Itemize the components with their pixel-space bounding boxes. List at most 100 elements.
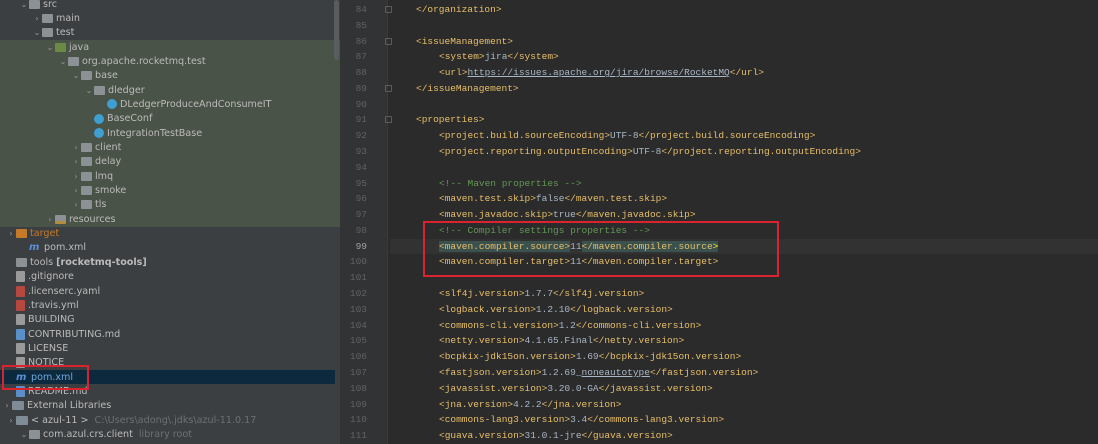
- code-token: <commons-cli.version>: [439, 319, 559, 331]
- code-token: <properties>: [416, 114, 485, 126]
- code-token: </commons-cli.version>: [575, 319, 702, 331]
- line-number: 97: [355, 209, 367, 221]
- code-token: </issueManagement>: [416, 82, 519, 94]
- tree-item[interactable]: BaseConf: [0, 112, 335, 126]
- tree-item[interactable]: ⌄ test: [0, 26, 335, 40]
- tree-item[interactable]: › client: [0, 141, 335, 155]
- chevron-right-icon[interactable]: ›: [71, 143, 81, 152]
- tree-item[interactable]: ⌄ src: [0, 0, 335, 11]
- chevron-down-icon[interactable]: ⌄: [45, 43, 55, 52]
- fold-icon[interactable]: [385, 37, 392, 45]
- code-token: <issueManagement>: [416, 35, 513, 47]
- tree-item[interactable]: IntegrationTestBase: [0, 126, 335, 140]
- code-line[interactable]: <guava.version>31.0.1-jre</guava.version…: [390, 428, 1098, 444]
- tree-item[interactable]: DLedgerProduceAndConsumeIT: [0, 97, 335, 111]
- tree-item[interactable]: .gitignore: [0, 270, 335, 284]
- chevron-down-icon[interactable]: ⌄: [84, 86, 94, 95]
- tree-item[interactable]: m pom.xml: [0, 241, 335, 255]
- code-line[interactable]: [390, 97, 1098, 113]
- tree-item[interactable]: .travis.yml: [0, 298, 335, 312]
- tree-item[interactable]: › External Libraries: [0, 399, 335, 413]
- file-icon: [16, 271, 25, 283]
- tree-item[interactable]: › resources: [0, 212, 335, 226]
- tree-item-label: smoke: [95, 185, 127, 197]
- chevron-right-icon[interactable]: ›: [71, 200, 81, 209]
- tree-item[interactable]: ⌄ com.azul.crs.client library root: [0, 428, 335, 442]
- chevron-right-icon[interactable]: ›: [71, 186, 81, 195]
- tree-item[interactable]: › delay: [0, 155, 335, 169]
- chevron-down-icon[interactable]: ⌄: [19, 430, 29, 439]
- chevron-down-icon[interactable]: ⌄: [58, 57, 68, 66]
- tree-item-label: LICENSE: [28, 342, 69, 354]
- code-line[interactable]: <jna.version>4.2.2</jna.version>: [390, 397, 1098, 413]
- line-number: 88: [355, 67, 367, 79]
- tree-item[interactable]: › lmq: [0, 169, 335, 183]
- chevron-down-icon[interactable]: ⌄: [19, 0, 29, 9]
- tree-item[interactable]: › < azul-11 > C:\Users\adong\.jdks\azul-11…: [0, 413, 335, 427]
- code-token: </maven.javadoc.skip>: [575, 209, 696, 221]
- sidebar-scrollbar[interactable]: [334, 0, 339, 60]
- fold-icon[interactable]: [385, 84, 392, 92]
- pkg-icon: [94, 85, 105, 95]
- tree-item[interactable]: ⌄ base: [0, 69, 335, 83]
- code-line[interactable]: <logback.version>1.2.10</logback.version…: [390, 302, 1098, 318]
- tree-item[interactable]: ⌄ java: [0, 40, 335, 54]
- chevron-right-icon[interactable]: ›: [71, 172, 81, 181]
- tree-item[interactable]: › smoke: [0, 184, 335, 198]
- tree-item[interactable]: › target: [0, 227, 335, 241]
- chevron-right-icon[interactable]: ›: [2, 401, 12, 410]
- chevron-down-icon[interactable]: ⌄: [71, 71, 81, 80]
- code-line[interactable]: <project.build.sourceEncoding>UTF-8</pro…: [390, 128, 1098, 144]
- project-tree-panel: ⌄ src › main ⌄ test ⌄ java ⌄ org.apache.rocketmq.…: [0, 0, 340, 444]
- tree-item[interactable]: › tls: [0, 198, 335, 212]
- fold-icon[interactable]: [385, 6, 392, 13]
- line-number: 107: [349, 366, 367, 378]
- code-line[interactable]: </organization>: [390, 2, 1098, 18]
- chevron-right-icon[interactable]: ›: [32, 14, 42, 23]
- code-line[interactable]: <!-- Maven properties -->: [390, 176, 1098, 192]
- code-line[interactable]: </issueManagement>: [390, 81, 1098, 97]
- code-line[interactable]: <fastjson.version>1.2.69_noneautotype</f…: [390, 365, 1098, 381]
- tree-item-label: tls: [95, 199, 107, 211]
- chevron-down-icon[interactable]: ⌄: [32, 28, 42, 37]
- code-line[interactable]: <netty.version>4.1.65.Final</netty.versi…: [390, 333, 1098, 349]
- yml-icon: [16, 285, 25, 297]
- tree-item[interactable]: LICENSE: [0, 341, 335, 355]
- tree-item[interactable]: .licenserc.yaml: [0, 284, 335, 298]
- tree-item[interactable]: CONTRIBUTING.md: [0, 327, 335, 341]
- chevron-right-icon[interactable]: ›: [6, 416, 16, 425]
- code-line[interactable]: <issueManagement>: [390, 34, 1098, 50]
- line-number: 86: [355, 35, 367, 47]
- chevron-right-icon[interactable]: ›: [6, 229, 16, 238]
- code-line[interactable]: [390, 160, 1098, 176]
- tree-item-label: resources: [69, 213, 116, 225]
- code-line[interactable]: <project.reporting.outputEncoding>UTF-8<…: [390, 144, 1098, 160]
- code-token: <system>: [439, 51, 485, 63]
- chevron-right-icon[interactable]: ›: [45, 215, 55, 224]
- code-line[interactable]: <bcpkix-jdk15on.version>1.69</bcpkix-jdk…: [390, 349, 1098, 365]
- code-line[interactable]: <properties>: [390, 112, 1098, 128]
- src-icon: [55, 42, 66, 52]
- chevron-right-icon[interactable]: ›: [71, 157, 81, 166]
- code-line[interactable]: <javassist.version>3.20.0-GA</javassist.…: [390, 381, 1098, 397]
- tree-item[interactable]: › main: [0, 11, 335, 25]
- tree-item[interactable]: ⌄ org.apache.rocketmq.test: [0, 54, 335, 68]
- fold-icon[interactable]: [385, 116, 392, 124]
- code-token: <url>: [439, 67, 468, 79]
- tree-item[interactable]: ⌄ dledger: [0, 83, 335, 97]
- code-token: <netty.version>: [439, 335, 525, 347]
- code-line[interactable]: <commons-lang3.version>3.4</commons-lang…: [390, 412, 1098, 428]
- code-line[interactable]: <url>https://issues.apache.org/jira/brow…: [390, 65, 1098, 81]
- pkg-icon: [68, 56, 79, 66]
- tree-item[interactable]: tools [rocketmq-tools]: [0, 255, 335, 269]
- code-token: <fastjson.version>: [439, 366, 542, 378]
- code-line[interactable]: <commons-cli.version>1.2</commons-cli.ve…: [390, 318, 1098, 334]
- code-line[interactable]: <system>jira</system>: [390, 49, 1098, 65]
- line-number: 110: [349, 414, 367, 426]
- code-line[interactable]: <maven.test.skip>false</maven.test.skip>: [390, 191, 1098, 207]
- line-number: 95: [355, 177, 367, 189]
- tree-item[interactable]: BUILDING: [0, 313, 335, 327]
- code-line[interactable]: [390, 18, 1098, 34]
- code-line[interactable]: <slf4j.version>1.7.7</slf4j.version>: [390, 286, 1098, 302]
- code-token: https://issues.apache.org/jira/browse/Ro…: [467, 67, 730, 79]
